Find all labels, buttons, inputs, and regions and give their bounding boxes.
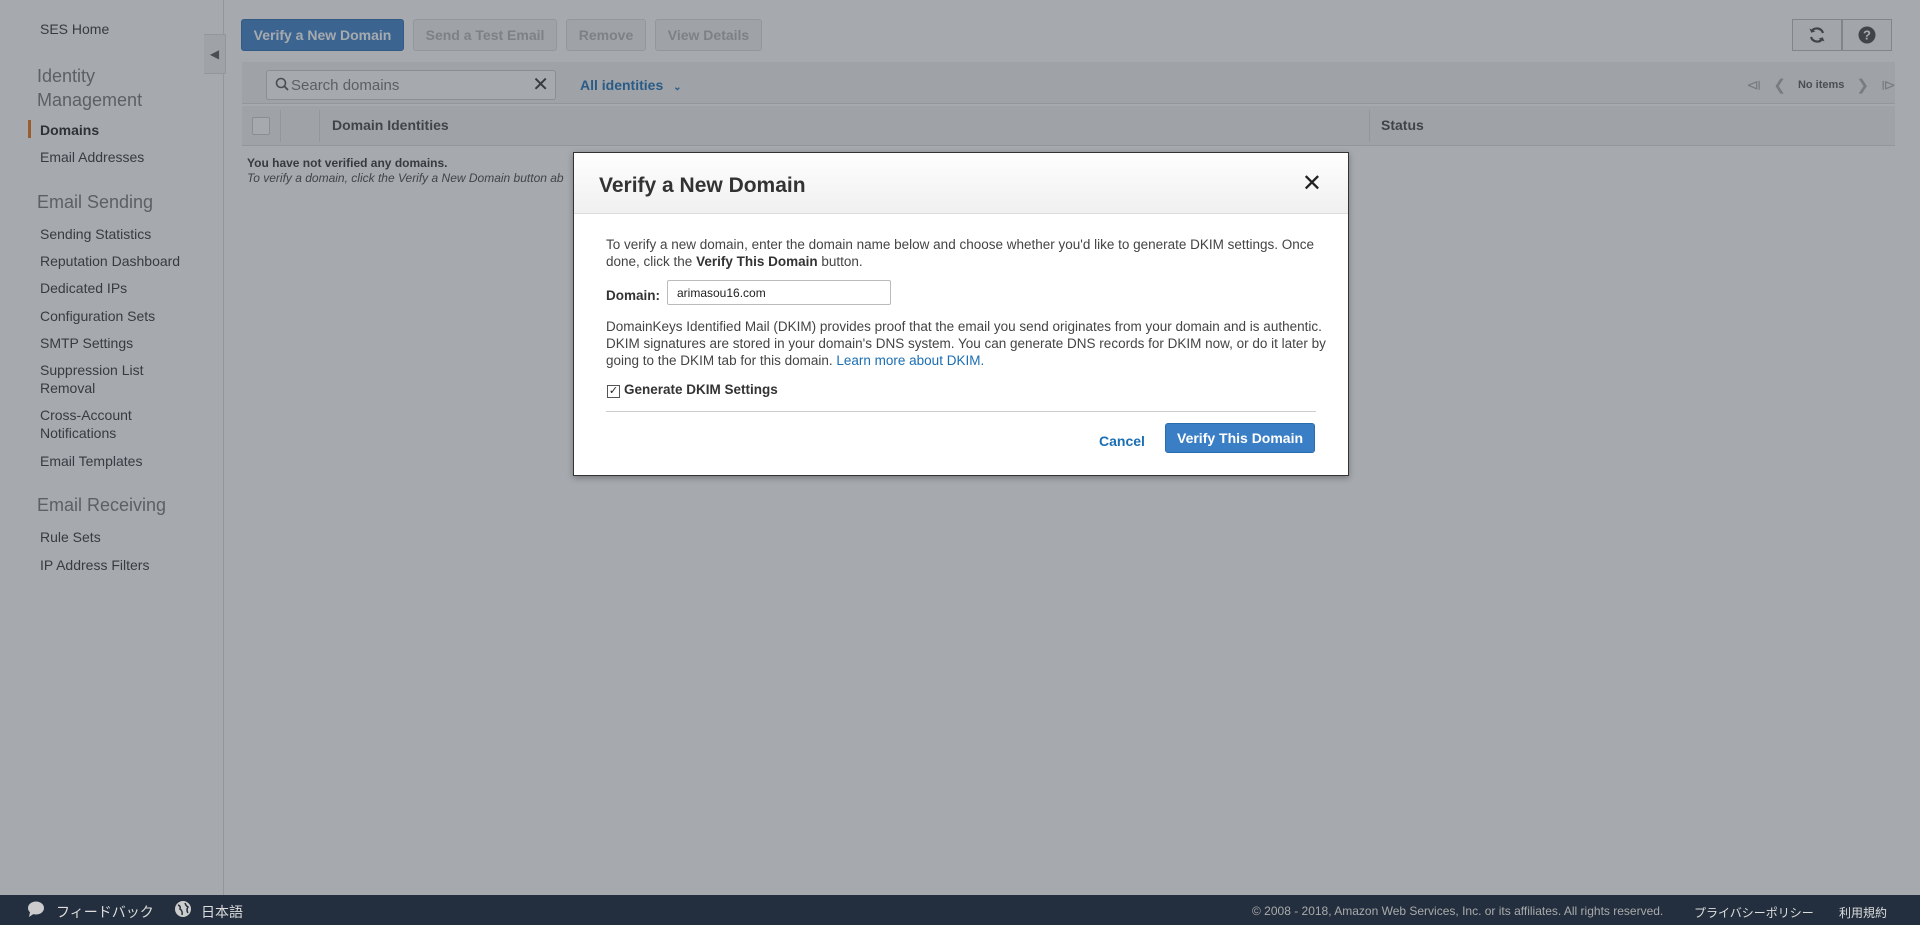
footer: フィードバック 日本語 © 2008 - 2018, Amazon Web Se…	[0, 895, 1920, 925]
verify-domain-dialog: Verify a New Domain ✕ To verify a new do…	[573, 152, 1349, 476]
dialog-intro: To verify a new domain, enter the domain…	[606, 237, 1314, 269]
dialog-divider	[606, 411, 1316, 412]
checkmark-icon: ✓	[608, 385, 619, 397]
domain-label: Domain:	[606, 288, 660, 303]
generate-dkim-label[interactable]: Generate DKIM Settings	[624, 382, 778, 397]
dialog-header: Verify a New Domain ✕	[574, 153, 1348, 214]
dkim-description: DomainKeys Identified Mail (DKIM) provid…	[606, 319, 1326, 368]
copyright: © 2008 - 2018, Amazon Web Services, Inc.…	[1252, 904, 1664, 918]
generate-dkim-checkbox[interactable]: ✓	[607, 385, 620, 398]
domain-input[interactable]	[667, 280, 891, 305]
cancel-button[interactable]: Cancel	[1099, 433, 1145, 449]
privacy-policy-link[interactable]: プライバシーポリシー	[1694, 904, 1814, 921]
dialog-title: Verify a New Domain	[599, 174, 806, 197]
feedback-icon	[26, 900, 46, 921]
learn-more-dkim-link[interactable]: Learn more about DKIM.	[836, 353, 984, 368]
close-icon[interactable]: ✕	[1302, 172, 1322, 196]
terms-link[interactable]: 利用規約	[1839, 904, 1887, 921]
verify-this-domain-button[interactable]: Verify This Domain	[1165, 423, 1316, 453]
globe-icon	[174, 900, 192, 921]
language-selector[interactable]: 日本語	[201, 902, 243, 922]
feedback-link[interactable]: フィードバック	[56, 902, 154, 922]
